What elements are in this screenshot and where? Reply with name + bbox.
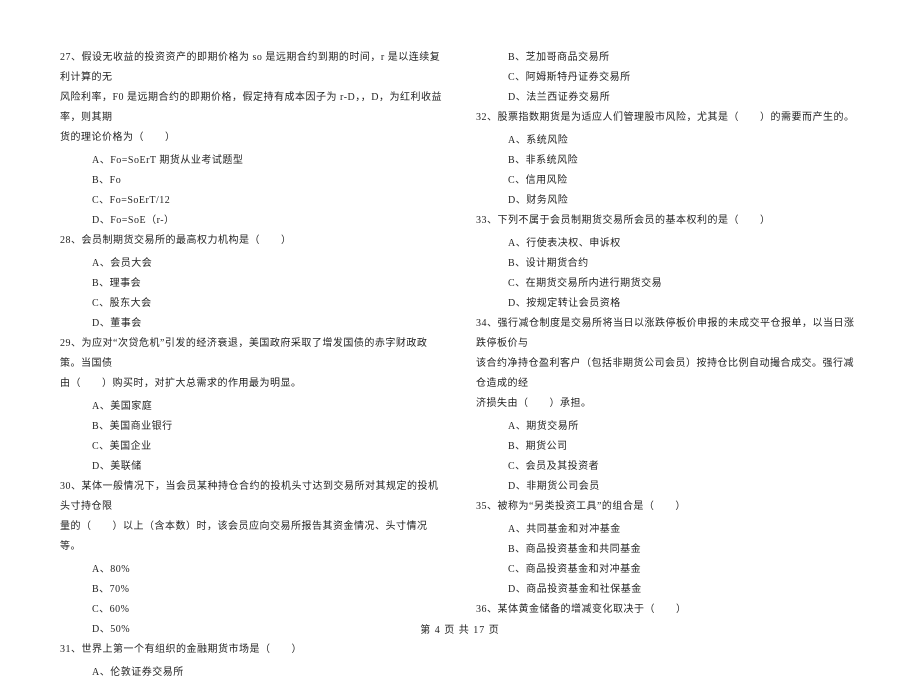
option-a: A、伦敦证券交易所 xyxy=(60,663,444,683)
option-c: C、会员及其投资者 xyxy=(476,457,860,477)
left-column: 27、假设无收益的投资资产的即期价格为 so 是远期合约到期的时间，r 是以连续… xyxy=(60,48,444,683)
option-c: C、商品投资基金和对冲基金 xyxy=(476,560,860,580)
question-text: 济损失由（ ）承担。 xyxy=(476,394,860,414)
question-31: 31、世界上第一个有组织的金融期货市场是（ ） xyxy=(60,640,444,660)
option-a: A、Fo=SoErT 期货从业考试题型 xyxy=(60,151,444,171)
option-c: C、股东大会 xyxy=(60,294,444,314)
option-b: B、非系统风险 xyxy=(476,151,860,171)
option-a: A、系统风险 xyxy=(476,131,860,151)
option-c: C、美国企业 xyxy=(60,437,444,457)
option-c: C、信用风险 xyxy=(476,171,860,191)
question-34: 34、强行减仓制度是交易所将当日以涨跌停板价申报的未成交平仓报单，以当日涨跌停板… xyxy=(476,314,860,414)
question-text: 35、被称为“另类投资工具”的组合是（ ） xyxy=(476,497,860,517)
question-text: 36、某体黄金储备的增减变化取决于（ ） xyxy=(476,600,860,620)
option-d: D、Fo=SoE（r-） xyxy=(60,211,444,231)
option-d: D、董事会 xyxy=(60,314,444,334)
question-27: 27、假设无收益的投资资产的即期价格为 so 是远期合约到期的时间，r 是以连续… xyxy=(60,48,444,148)
option-d: D、非期货公司会员 xyxy=(476,477,860,497)
question-33: 33、下列不属于会员制期货交易所会员的基本权利的是（ ） xyxy=(476,211,860,231)
option-a: A、美国家庭 xyxy=(60,397,444,417)
option-d: D、法兰西证券交易所 xyxy=(476,88,860,108)
question-29: 29、为应对“次贷危机”引发的经济衰退，美国政府采取了增发国债的赤字财政政策。当… xyxy=(60,334,444,394)
question-text: 29、为应对“次贷危机”引发的经济衰退，美国政府采取了增发国债的赤字财政政策。当… xyxy=(60,334,444,374)
question-28: 28、会员制期货交易所的最高权力机构是（ ） xyxy=(60,231,444,251)
option-b: B、期货公司 xyxy=(476,437,860,457)
question-text: 33、下列不属于会员制期货交易所会员的基本权利的是（ ） xyxy=(476,211,860,231)
option-c: C、Fo=SoErT/12 xyxy=(60,191,444,211)
option-d: D、商品投资基金和社保基金 xyxy=(476,580,860,600)
option-b: B、理事会 xyxy=(60,274,444,294)
question-text: 34、强行减仓制度是交易所将当日以涨跌停板价申报的未成交平仓报单，以当日涨跌停板… xyxy=(476,314,860,354)
question-text: 货的理论价格为（ ） xyxy=(60,128,444,148)
option-c: C、在期货交易所内进行期货交易 xyxy=(476,274,860,294)
option-b: B、芝加哥商品交易所 xyxy=(476,48,860,68)
question-text: 由（ ）购买时，对扩大总需求的作用最为明显。 xyxy=(60,374,444,394)
question-30: 30、某体一般情况下，当会员某种持仓合约的投机头寸达到交易所对其规定的投机头寸持… xyxy=(60,477,444,557)
option-b: B、Fo xyxy=(60,171,444,191)
question-text: 28、会员制期货交易所的最高权力机构是（ ） xyxy=(60,231,444,251)
option-a: A、共同基金和对冲基金 xyxy=(476,520,860,540)
question-text: 30、某体一般情况下，当会员某种持仓合约的投机头寸达到交易所对其规定的投机头寸持… xyxy=(60,477,444,517)
question-36: 36、某体黄金储备的增减变化取决于（ ） xyxy=(476,600,860,620)
page-footer: 第 4 页 共 17 页 xyxy=(0,621,920,636)
question-text: 该合约净持仓盈利客户（包括非期货公司会员）按持仓比例自动撮合成交。强行减仓造成的… xyxy=(476,354,860,394)
question-text: 27、假设无收益的投资资产的即期价格为 so 是远期合约到期的时间，r 是以连续… xyxy=(60,48,444,88)
right-column: B、芝加哥商品交易所 C、阿姆斯特丹证券交易所 D、法兰西证券交易所 32、股票… xyxy=(476,48,860,683)
question-32: 32、股票指数期货是为适应人们管理股市风险，尤其是（ ）的需要而产生的。 xyxy=(476,108,860,128)
option-c: C、阿姆斯特丹证券交易所 xyxy=(476,68,860,88)
option-a: A、期货交易所 xyxy=(476,417,860,437)
option-c: C、60% xyxy=(60,600,444,620)
question-text: 31、世界上第一个有组织的金融期货市场是（ ） xyxy=(60,640,444,660)
question-text: 32、股票指数期货是为适应人们管理股市风险，尤其是（ ）的需要而产生的。 xyxy=(476,108,860,128)
option-d: D、财务风险 xyxy=(476,191,860,211)
option-b: B、美国商业银行 xyxy=(60,417,444,437)
option-b: B、商品投资基金和共同基金 xyxy=(476,540,860,560)
option-b: B、70% xyxy=(60,580,444,600)
question-35: 35、被称为“另类投资工具”的组合是（ ） xyxy=(476,497,860,517)
option-a: A、会员大会 xyxy=(60,254,444,274)
question-text: 风险利率，F0 是远期合约的即期价格，假定持有成本因子为 r-D，，D，为红利收… xyxy=(60,88,444,128)
option-a: A、80% xyxy=(60,560,444,580)
question-text: 量的（ ）以上（含本数）时，该会员应向交易所报告其资金情况、头寸情况等。 xyxy=(60,517,444,557)
two-column-layout: 27、假设无收益的投资资产的即期价格为 so 是远期合约到期的时间，r 是以连续… xyxy=(60,48,860,683)
option-b: B、设计期货合约 xyxy=(476,254,860,274)
option-d: D、美联储 xyxy=(60,457,444,477)
option-d: D、按规定转让会员资格 xyxy=(476,294,860,314)
option-a: A、行使表决权、申诉权 xyxy=(476,234,860,254)
